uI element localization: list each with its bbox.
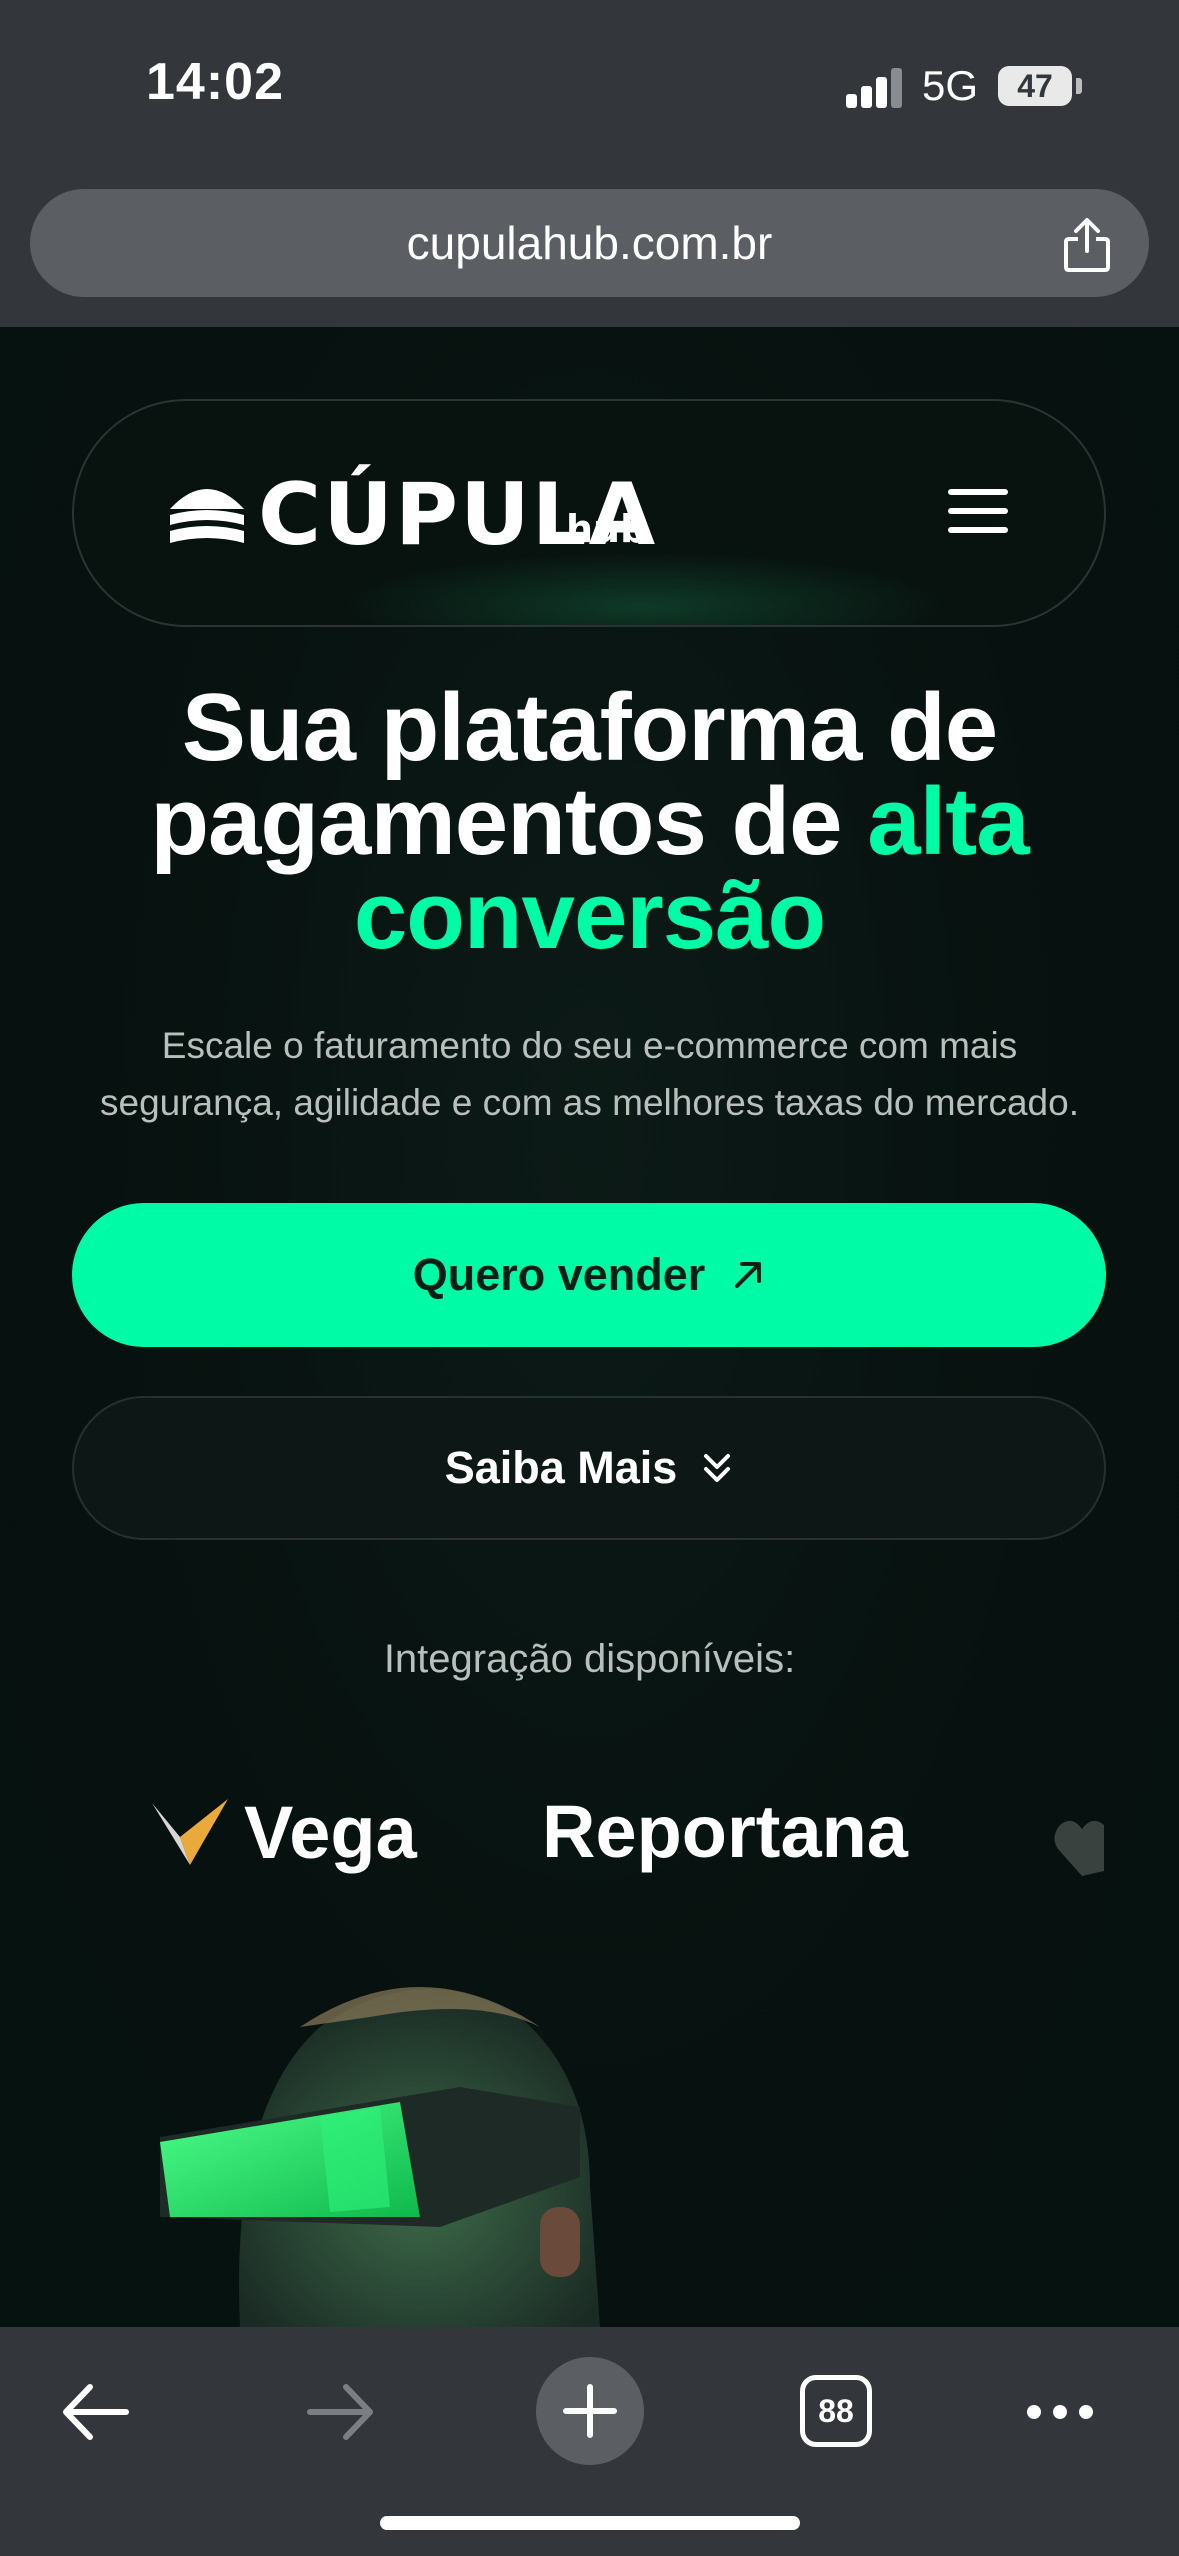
vega-logo-icon [152,1799,228,1865]
hero-subtitle-line1: Escale o faturamento do seu e-commerce c… [161,1025,1018,1066]
saiba-mais-label: Saiba Mais [444,1442,678,1493]
plus-icon [563,2384,617,2438]
forward-arrow-icon[interactable] [300,2357,380,2467]
hamburger-menu-icon[interactable] [948,489,1008,533]
integrations-label: Integração disponíveis: [383,1637,796,1681]
network-label: 5G [922,62,979,109]
chevrons-down-icon [704,1454,731,1482]
tabs-icon[interactable]: 88 [800,2375,872,2447]
hero-subtitle-line2: segurança, agilidade e com as melhores t… [100,1082,1079,1123]
hero-title-line1: Sua plataforma de [181,674,998,781]
home-indicator [380,2516,800,2530]
partner-reportana-logo: Reportana [542,1790,908,1873]
partner-third-logo-icon [1054,1820,1104,1876]
status-time: 14:02 [146,53,284,111]
browser-top-bar: 14:02 5G 47 cupulahub.com.br [0,0,1179,327]
hero-title-line2: pagamentos de [150,768,868,875]
cupula-logo[interactable]: CÚPULA hub [166,465,655,565]
share-icon[interactable] [1061,217,1113,273]
vega-wordmark: Vega [244,1790,417,1874]
url-text[interactable]: cupulahub.com.br [30,189,1149,297]
saiba-mais-button[interactable]: Saiba Mais [72,1396,1106,1540]
battery-icon: 47 [998,66,1072,106]
url-bar[interactable]: cupulahub.com.br [30,189,1149,297]
site-header: CÚPULA hub [72,399,1106,627]
more-icon[interactable] [1024,2357,1096,2467]
quero-vender-button[interactable]: Quero vender [72,1203,1106,1347]
hero-subtitle: Escale o faturamento do seu e-commerce c… [60,1017,1119,1131]
hero-image-vr-headset [160,1987,600,2327]
signal-icon [846,68,904,108]
dome-logo-icon [170,489,244,543]
hero-title-accent-1: alta [867,768,1029,875]
arrow-up-right-icon [735,1262,762,1288]
partner-vega-logo: Vega [150,1787,417,1877]
back-arrow-icon[interactable] [56,2357,136,2467]
hero-title-accent-2: conversão [353,862,826,969]
battery-tip [1076,78,1082,94]
partner-logos: Vega Reportana [0,1767,1179,1907]
hero-title: Sua plataforma de pagamentos de alta con… [40,680,1139,964]
logo-hub-suffix: hub [566,507,648,551]
quero-vender-label: Quero vender [412,1249,706,1300]
web-page: CÚPULA hub Sua plataforma de pagamentos … [0,327,1179,2327]
new-tab-button[interactable] [536,2357,644,2465]
